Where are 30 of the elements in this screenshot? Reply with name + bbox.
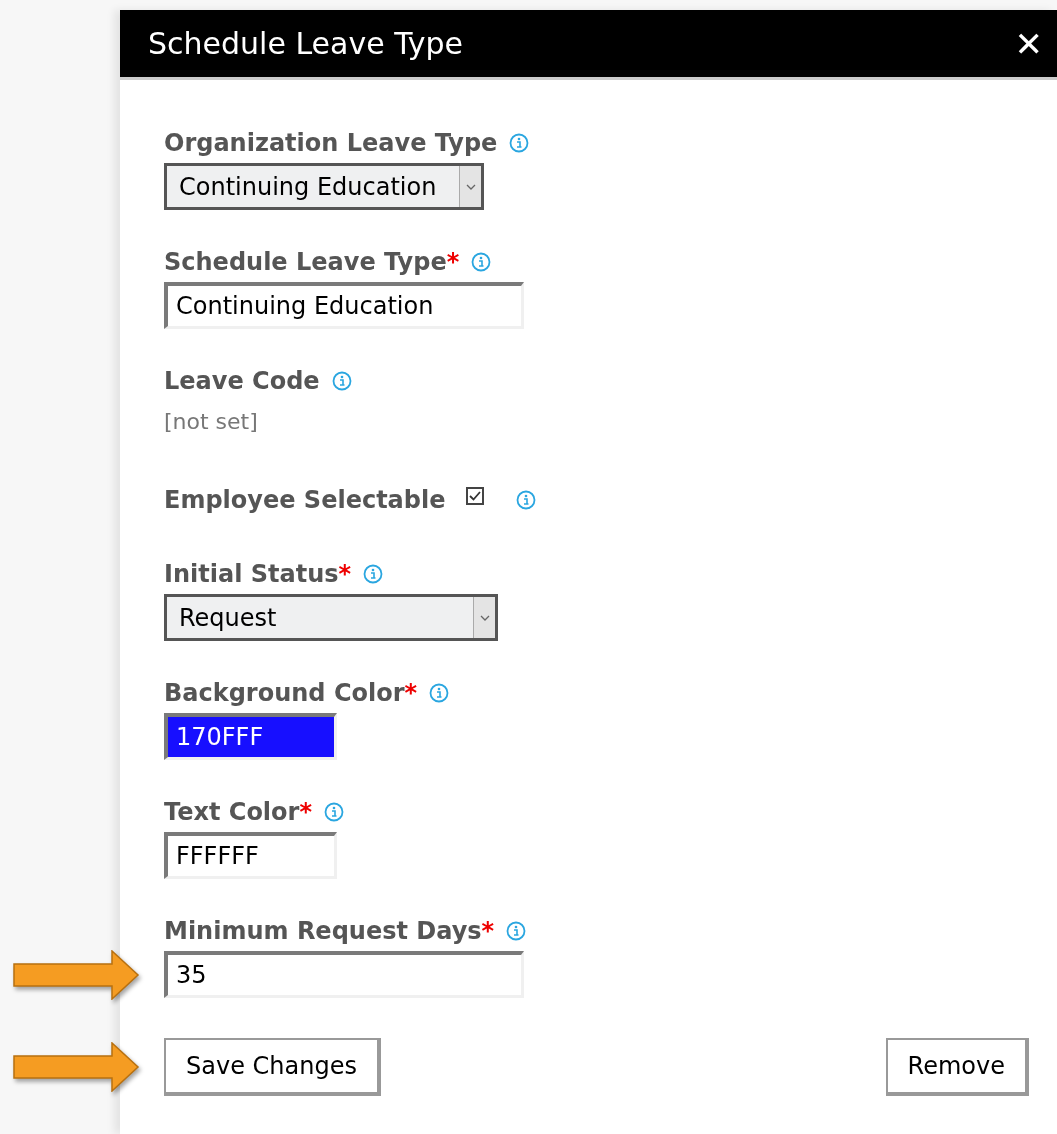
- input-field[interactable]: 170FFF: [164, 713, 337, 760]
- chevron-down-icon: [464, 182, 477, 191]
- info-icon[interactable]: [506, 921, 527, 941]
- info-icon[interactable]: [471, 252, 492, 272]
- field-label: Text Color*: [164, 797, 312, 828]
- field-label: Background Color*: [164, 678, 418, 709]
- info-icon[interactable]: [509, 133, 530, 153]
- field-label: Minimum Request Days*: [164, 916, 495, 947]
- info-icon[interactable]: [363, 564, 384, 584]
- info-icon[interactable]: [429, 683, 450, 703]
- close-button[interactable]: ✕: [1014, 26, 1043, 61]
- field-label: Initial Status*: [164, 559, 352, 590]
- field-label: Employee Selectable: [164, 485, 446, 516]
- select-field[interactable]: Request: [164, 594, 498, 641]
- checkbox[interactable]: [465, 487, 484, 505]
- info-icon[interactable]: [515, 490, 536, 510]
- chevron-down-icon: [478, 613, 491, 622]
- field-label: Leave Code: [164, 366, 320, 397]
- info-icon[interactable]: [324, 802, 344, 822]
- window-title: Schedule Leave Type: [148, 25, 464, 63]
- input-field[interactable]: FFFFFF: [164, 832, 337, 879]
- select-field[interactable]: Continuing Education: [164, 163, 484, 210]
- field-label: Organization Leave Type: [164, 128, 498, 159]
- input-field[interactable]: 35: [164, 951, 524, 998]
- info-icon[interactable]: [331, 371, 352, 391]
- remove-button[interactable]: Remove: [885, 1038, 1029, 1096]
- field-value: [not set]: [164, 408, 258, 436]
- save-button[interactable]: Save Changes: [164, 1038, 381, 1096]
- field-label: Schedule Leave Type*: [164, 247, 460, 278]
- input-field[interactable]: Continuing Education: [164, 282, 524, 329]
